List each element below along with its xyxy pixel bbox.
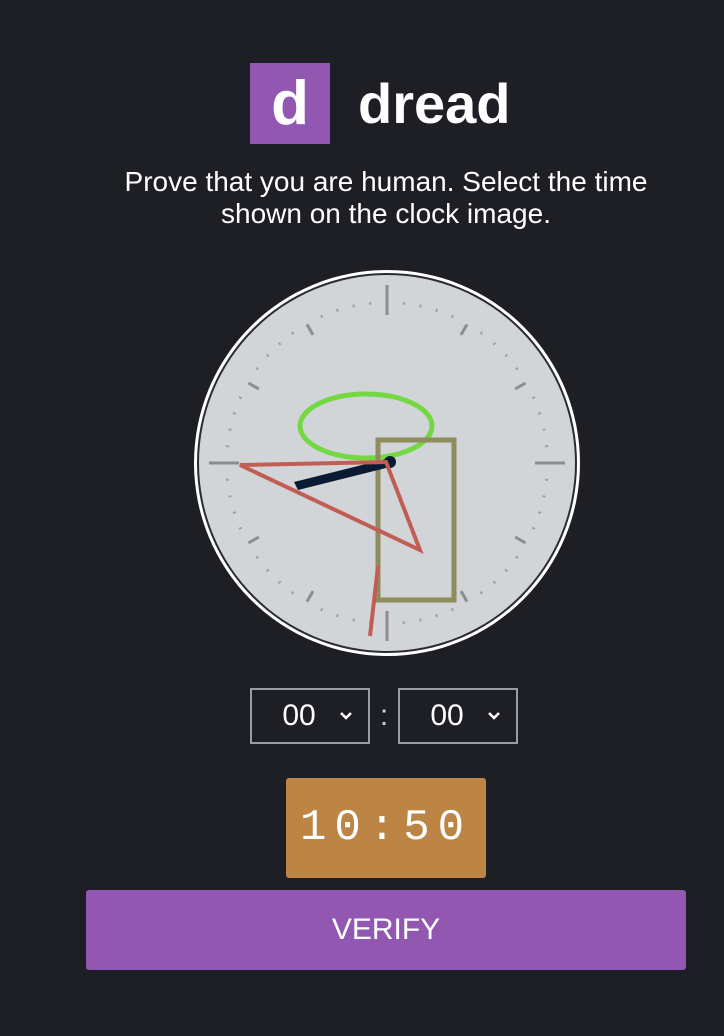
chevron-down-icon — [488, 712, 500, 720]
clock-minute-tick — [335, 308, 339, 313]
clock-minute-tick — [479, 591, 484, 595]
clock-minute-tick — [531, 396, 536, 400]
selected-time-display: 10:50 — [286, 778, 486, 878]
clock-minute-tick — [352, 618, 355, 622]
clock-minute-tick — [419, 618, 422, 622]
time-selector: 00 : 00 — [250, 688, 518, 744]
clock-minute-tick — [232, 411, 237, 415]
clock-svg — [194, 270, 580, 656]
clock-minute-tick — [232, 511, 237, 515]
clock-minute-tick — [255, 366, 259, 371]
clock-image — [190, 266, 584, 660]
clock-minute-tick — [537, 411, 542, 415]
instructions-text: Prove that you are human. Select the tim… — [60, 166, 712, 230]
clock-minute-tick — [335, 613, 339, 618]
clock-minute-tick — [228, 495, 232, 498]
clock-minute-tick — [255, 555, 259, 560]
clock-minute-tick — [290, 591, 295, 595]
clock-minute-tick — [238, 396, 243, 400]
clock-minute-tick — [228, 428, 232, 431]
clock-minute-tick — [537, 511, 542, 515]
hour-select[interactable]: 00 — [250, 688, 370, 744]
logo-letter: d — [271, 69, 309, 138]
time-separator: : — [379, 699, 389, 732]
clock-minute-tick — [479, 331, 484, 335]
logo-icon: d — [250, 63, 330, 144]
hour-select-value: 00 — [282, 699, 316, 732]
minute-select-value: 00 — [430, 699, 464, 732]
clock-minute-tick — [450, 314, 454, 319]
clock-minute-tick — [419, 304, 422, 308]
minute-select[interactable]: 00 — [398, 688, 518, 744]
instructions-line-1: Prove that you are human. Select the tim… — [124, 166, 648, 197]
clock-minute-tick — [450, 607, 454, 612]
brand-header: d dread — [250, 63, 511, 144]
clock-minute-tick — [320, 314, 324, 319]
clock-minute-tick — [515, 555, 519, 560]
brand-name: dread — [358, 72, 511, 135]
chevron-down-icon — [340, 712, 352, 720]
captcha-page: d dread Prove that you are human. Select… — [0, 0, 724, 1036]
clock-minute-tick — [320, 607, 324, 612]
clock-minute-tick — [238, 526, 243, 530]
clock-minute-tick — [435, 308, 439, 313]
clock-minute-tick — [542, 495, 546, 498]
clock-minute-tick — [542, 428, 546, 431]
verify-button[interactable]: VERIFY — [86, 890, 686, 970]
clock-minute-tick — [435, 613, 439, 618]
clock-minute-tick — [290, 331, 295, 335]
clock-minute-tick — [531, 526, 536, 530]
instructions-line-2: shown on the clock image. — [221, 198, 551, 229]
clock-minute-tick — [515, 366, 519, 371]
clock-minute-tick — [352, 304, 355, 308]
